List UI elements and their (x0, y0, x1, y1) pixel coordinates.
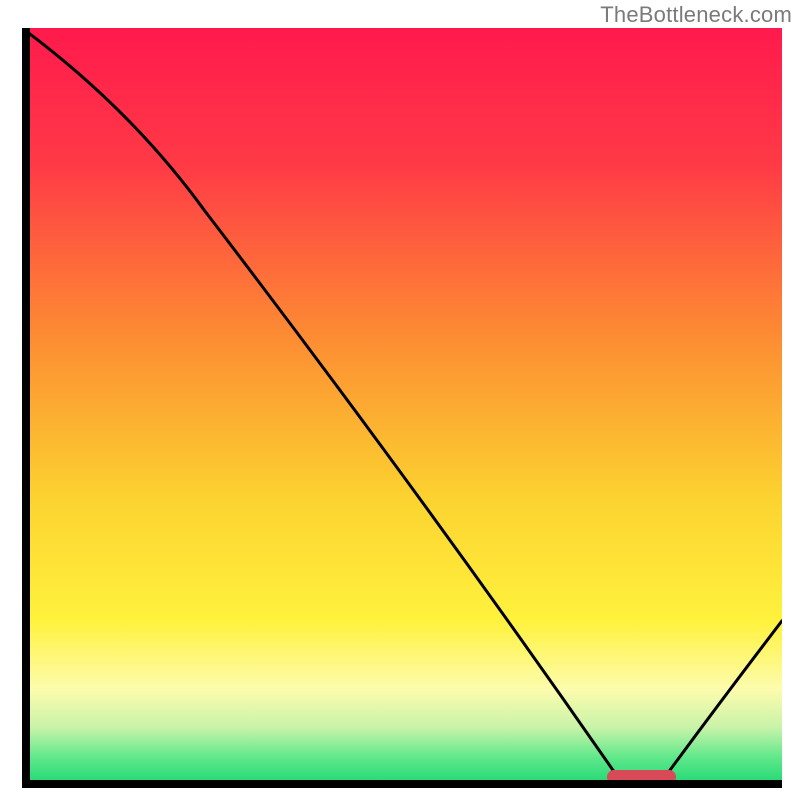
x-axis (22, 780, 782, 788)
watermark-text: TheBottleneck.com (600, 2, 792, 28)
y-axis (22, 28, 30, 788)
bottleneck-curve (22, 28, 782, 788)
chart-area (22, 28, 782, 788)
